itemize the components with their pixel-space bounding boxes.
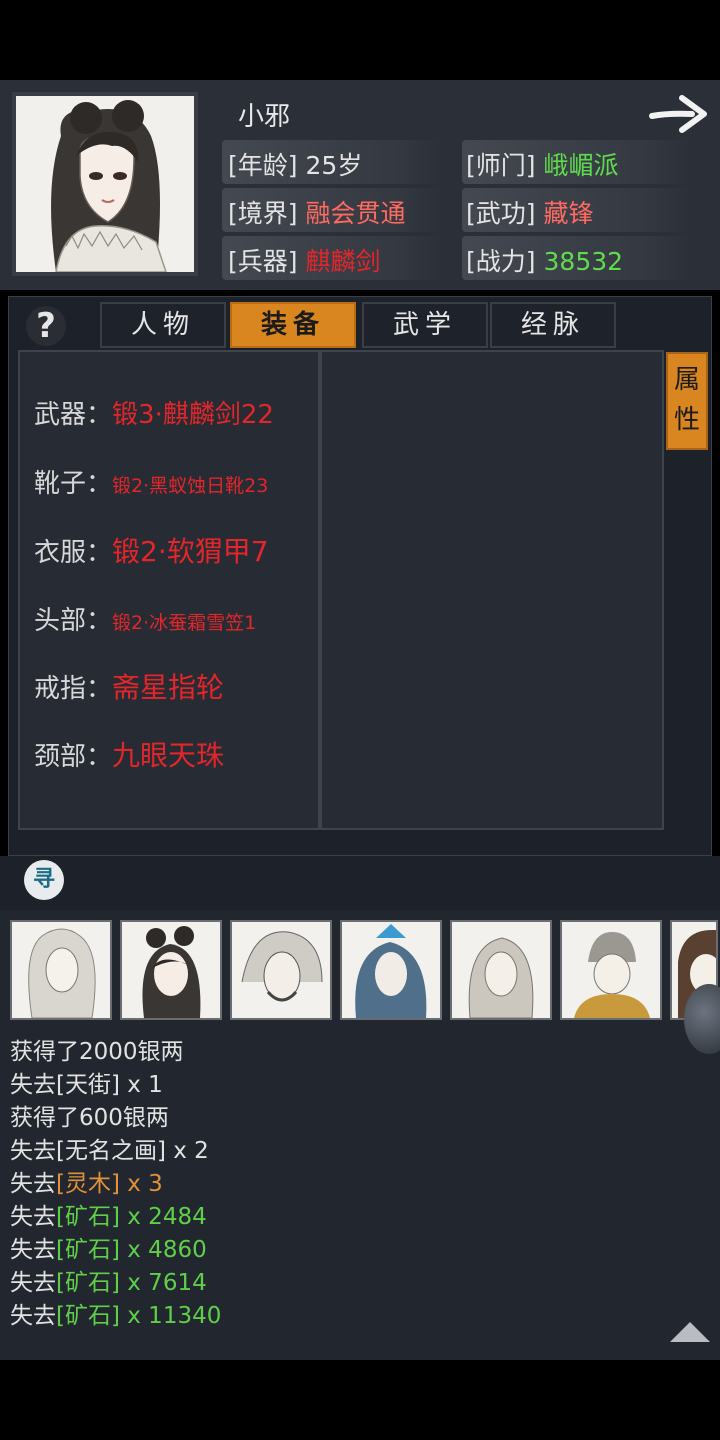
log-text: 失去 [10, 1204, 56, 1230]
avatar-illustration [355, 924, 427, 1018]
equip-slot-ring[interactable]: 戒指：斋星指轮 [34, 666, 224, 706]
log-item-count: x 1 [119, 1072, 163, 1098]
help-icon[interactable]: ? [26, 306, 66, 346]
log-line: 失去[灵木] x 3 [10, 1164, 163, 1198]
attributes-tab-char: 属 [673, 365, 700, 395]
log-item-name: [矿石] [56, 1303, 120, 1329]
attribute-box [320, 350, 664, 830]
tab-equipment[interactable]: 装备 [230, 302, 356, 348]
arrow-right-icon[interactable] [648, 92, 710, 136]
log-text: 失去 [10, 1072, 56, 1098]
party-avatar-6[interactable] [560, 920, 662, 1020]
log-line: 失去[无名之画] x 2 [10, 1131, 209, 1165]
log-item-count: x 3 [119, 1171, 163, 1197]
log-item-name: [天街] [56, 1072, 120, 1098]
attributes-tab[interactable]: 属 性 [666, 352, 708, 450]
log-line: 失去[天街] x 1 [10, 1065, 163, 1099]
slot-label: 颈部： [34, 742, 113, 772]
log-line: 失去[矿石] x 11340 [10, 1296, 221, 1330]
slot-label: 头部： [34, 606, 113, 636]
slot-label: 武器： [34, 400, 113, 430]
avatar-illustration [241, 931, 323, 1002]
slot-item: 斋星指轮 [112, 671, 225, 704]
slot-item: 锻2·黑蚁蚀日靴23 [112, 475, 269, 497]
avatar-illustration [28, 928, 96, 1018]
log-line: 失去[矿石] x 4860 [10, 1230, 207, 1264]
log-item-name: [灵木] [56, 1171, 120, 1197]
log-item-name: [矿石] [56, 1237, 120, 1263]
stat-age: [年龄] 25岁 [228, 151, 363, 180]
stat-sect: [师门] 峨嵋派 [466, 151, 619, 180]
log-text: 失去 [10, 1171, 56, 1197]
character-portrait[interactable] [12, 92, 198, 276]
equip-slot-head[interactable]: 头部：锻2·冰蚕霜雪笠1 [34, 600, 256, 637]
avatar-illustration [142, 926, 201, 1018]
slot-label: 戒指： [34, 674, 113, 704]
scroll-up-icon[interactable] [668, 1320, 712, 1344]
log-item-name: [矿石] [56, 1270, 120, 1296]
log-text: 失去 [10, 1138, 56, 1164]
log-item-count: x 4860 [119, 1237, 207, 1263]
log-item-name: [矿石] [56, 1204, 120, 1230]
stat-combat-power: [战力] 38532 [466, 247, 624, 276]
toolbar-strip [0, 856, 720, 910]
slot-item: 锻3·麒麟剑22 [112, 400, 274, 430]
tab-martial-arts[interactable]: 武学 [362, 302, 488, 348]
party-avatar-5[interactable] [450, 920, 552, 1020]
slot-label: 衣服： [34, 538, 113, 568]
equip-slot-boots[interactable]: 靴子：锻2·黑蚁蚀日靴23 [34, 463, 268, 500]
party-avatar-4[interactable] [340, 920, 442, 1020]
avatar-illustration [468, 937, 534, 1018]
log-item-name: [无名之画] [56, 1138, 166, 1164]
attributes-tab-char: 性 [673, 405, 700, 435]
party-avatar-3[interactable] [230, 920, 332, 1020]
game-screen: { "character": { "name": "小邪", "stats_le… [0, 0, 720, 1440]
log-item-count: x 2 [165, 1138, 209, 1164]
character-name: 小邪 [238, 102, 291, 132]
log-text: 获得了2000银两 [10, 1039, 184, 1065]
equip-slot-weapon[interactable]: 武器：锻3·麒麟剑22 [34, 394, 274, 431]
log-line: 获得了600银两 [10, 1098, 169, 1132]
log-line: 获得了2000银两 [10, 1032, 184, 1066]
equip-slot-neck[interactable]: 颈部：九眼天珠 [34, 734, 224, 774]
portrait-girl-illustration [51, 100, 167, 272]
log-line: 失去[矿石] x 7614 [10, 1263, 207, 1297]
slot-label: 靴子： [34, 469, 113, 499]
log-text: 失去 [10, 1303, 56, 1329]
stat-realm: [境界] 融会贯通 [228, 199, 406, 228]
search-icon[interactable]: 寻 [24, 860, 64, 900]
slot-item: 锻2·软猬甲7 [112, 535, 269, 568]
equip-slot-armor[interactable]: 衣服：锻2·软猬甲7 [34, 530, 269, 570]
tab-meridians[interactable]: 经脉 [490, 302, 616, 348]
stat-weapon: [兵器] 麒麟剑 [228, 247, 381, 276]
log-text: 失去 [10, 1237, 56, 1263]
log-line: 失去[矿石] x 2484 [10, 1197, 207, 1231]
log-item-count: x 2484 [119, 1204, 207, 1230]
slot-item: 锻2·冰蚕霜雪笠1 [112, 612, 257, 634]
log-text: 失去 [10, 1270, 56, 1296]
tab-character[interactable]: 人物 [100, 302, 226, 348]
party-avatar-1[interactable] [10, 920, 112, 1020]
party-avatar-2[interactable] [120, 920, 222, 1020]
stat-martial-art: [武功] 藏锋 [466, 199, 594, 228]
slot-item: 九眼天珠 [112, 739, 225, 772]
log-item-count: x 11340 [119, 1303, 222, 1329]
log-text: 获得了600银两 [10, 1105, 169, 1131]
log-item-count: x 7614 [119, 1270, 207, 1296]
avatar-illustration [574, 932, 650, 1018]
